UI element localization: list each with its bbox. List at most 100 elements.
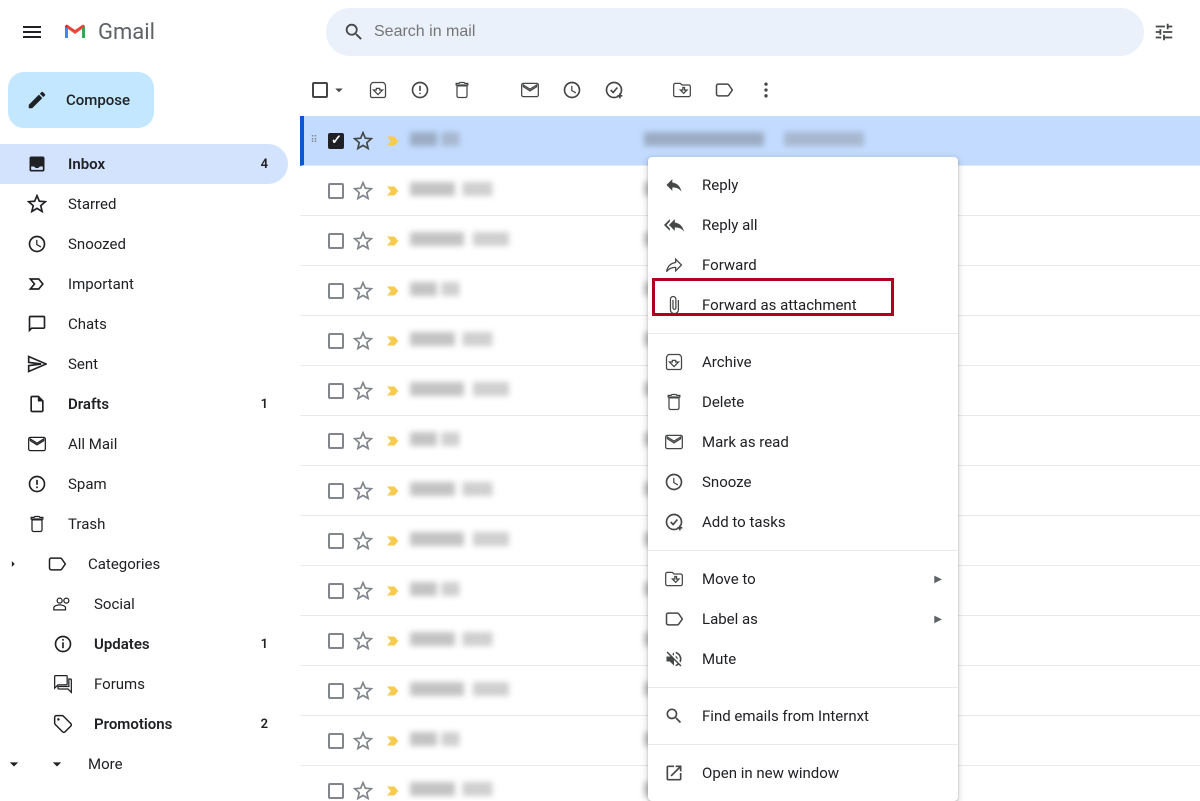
select-all-checkbox[interactable] <box>312 82 328 98</box>
importance-marker[interactable] <box>380 332 406 350</box>
star-button[interactable] <box>350 681 376 701</box>
row-checkbox[interactable] <box>326 731 346 751</box>
sidebar-item-snoozed[interactable]: Snoozed <box>0 224 288 264</box>
select-all-control[interactable] <box>312 81 348 99</box>
importance-marker[interactable] <box>380 432 406 450</box>
menu-item-forward-as-attachment[interactable]: Forward as attachment <box>648 285 958 325</box>
report-spam-button[interactable] <box>400 70 440 110</box>
sender <box>410 732 640 750</box>
row-checkbox[interactable] <box>326 581 346 601</box>
row-checkbox[interactable] <box>326 531 346 551</box>
menu-item-mark-as-read[interactable]: Mark as read <box>648 422 958 462</box>
menu-item-label: Label as <box>702 610 758 628</box>
menu-item-open-in-new-window[interactable]: Open in new window <box>648 753 958 793</box>
menu-item-mute[interactable]: Mute <box>648 639 958 679</box>
search-options-button[interactable] <box>1144 12 1184 52</box>
importance-marker[interactable] <box>380 482 406 500</box>
more-button[interactable] <box>746 70 786 110</box>
importance-marker[interactable] <box>380 132 406 150</box>
star-button[interactable] <box>350 131 376 151</box>
add-to-tasks-button[interactable] <box>594 70 634 110</box>
move-to-button[interactable] <box>662 70 702 110</box>
importance-marker[interactable] <box>380 182 406 200</box>
importance-marker[interactable] <box>380 582 406 600</box>
star-button[interactable] <box>350 431 376 451</box>
menu-separator <box>648 550 958 551</box>
row-checkbox[interactable] <box>326 331 346 351</box>
labels-button[interactable] <box>704 70 744 110</box>
row-checkbox[interactable] <box>326 681 346 701</box>
search-bar[interactable] <box>326 8 1144 56</box>
menu-item-label: Mute <box>702 650 736 668</box>
star-button[interactable] <box>350 481 376 501</box>
sidebar-item-updates[interactable]: Updates1 <box>0 624 288 664</box>
row-checkbox[interactable] <box>326 481 346 501</box>
star-button[interactable] <box>350 281 376 301</box>
row-checkbox[interactable] <box>326 231 346 251</box>
sidebar-item-spam[interactable]: Spam <box>0 464 288 504</box>
menu-item-archive[interactable]: Archive <box>648 342 958 382</box>
menu-item-delete[interactable]: Delete <box>648 382 958 422</box>
menu-item-reply-all[interactable]: Reply all <box>648 205 958 245</box>
star-button[interactable] <box>350 381 376 401</box>
menu-item-find-emails-from-internxt[interactable]: Find emails from Internxt <box>648 696 958 736</box>
menu-item-move-to[interactable]: Move to▶ <box>648 559 958 599</box>
menu-item-forward[interactable]: Forward <box>648 245 958 285</box>
menu-item-label-as[interactable]: Label as▶ <box>648 599 958 639</box>
sidebar-item-starred[interactable]: Starred <box>0 184 288 224</box>
sidebar-item-trash[interactable]: Trash <box>0 504 288 544</box>
sidebar-item-count: 2 <box>261 717 276 732</box>
sidebar-item-inbox[interactable]: Inbox4 <box>0 144 288 184</box>
row-checkbox[interactable] <box>326 431 346 451</box>
gmail-logo[interactable]: Gmail <box>60 20 155 45</box>
importance-marker[interactable] <box>380 232 406 250</box>
mark-read-icon <box>664 432 684 452</box>
sidebar-item-drafts[interactable]: Drafts1 <box>0 384 288 424</box>
delete-button[interactable] <box>442 70 482 110</box>
row-checkbox[interactable] <box>326 181 346 201</box>
star-button[interactable] <box>350 181 376 201</box>
main-menu-button[interactable] <box>8 8 56 56</box>
star-button[interactable] <box>350 781 376 801</box>
mark-read-button[interactable] <box>510 70 550 110</box>
menu-item-snooze[interactable]: Snooze <box>648 462 958 502</box>
importance-marker[interactable] <box>380 532 406 550</box>
drag-handle-icon[interactable]: ⠿ <box>304 135 322 146</box>
snooze-button[interactable] <box>552 70 592 110</box>
star-button[interactable] <box>350 231 376 251</box>
compose-button[interactable]: Compose <box>8 72 154 128</box>
row-checkbox[interactable] <box>326 131 346 151</box>
importance-marker[interactable] <box>380 682 406 700</box>
sidebar-item-all-mail[interactable]: All Mail <box>0 424 288 464</box>
importance-marker[interactable] <box>380 282 406 300</box>
star-icon <box>353 231 373 251</box>
star-button[interactable] <box>350 531 376 551</box>
row-checkbox[interactable] <box>326 281 346 301</box>
sidebar-item-forums[interactable]: Forums <box>0 664 288 704</box>
menu-item-reply[interactable]: Reply <box>648 165 958 205</box>
star-button[interactable] <box>350 731 376 751</box>
search-input[interactable] <box>374 23 1136 41</box>
importance-marker[interactable] <box>380 382 406 400</box>
sidebar-item-chats[interactable]: Chats <box>0 304 288 344</box>
trash-icon <box>26 513 48 535</box>
sidebar-item-social[interactable]: Social <box>0 584 288 624</box>
archive-button[interactable] <box>358 70 398 110</box>
menu-item-add-to-tasks[interactable]: Add to tasks <box>648 502 958 542</box>
star-button[interactable] <box>350 331 376 351</box>
sidebar-item-important[interactable]: Important <box>0 264 288 304</box>
row-checkbox[interactable] <box>326 631 346 651</box>
sidebar-item-more[interactable]: More <box>0 744 288 784</box>
sidebar-item-sent[interactable]: Sent <box>0 344 288 384</box>
attachment-icon <box>664 295 684 315</box>
importance-marker[interactable] <box>380 782 406 800</box>
star-button[interactable] <box>350 581 376 601</box>
sidebar-item-promotions[interactable]: Promotions2 <box>0 704 288 744</box>
row-checkbox[interactable] <box>326 381 346 401</box>
sidebar-item-categories[interactable]: Categories <box>0 544 288 584</box>
row-checkbox[interactable] <box>326 781 346 801</box>
search-button[interactable] <box>334 12 374 52</box>
importance-marker[interactable] <box>380 732 406 750</box>
importance-marker[interactable] <box>380 632 406 650</box>
star-button[interactable] <box>350 631 376 651</box>
